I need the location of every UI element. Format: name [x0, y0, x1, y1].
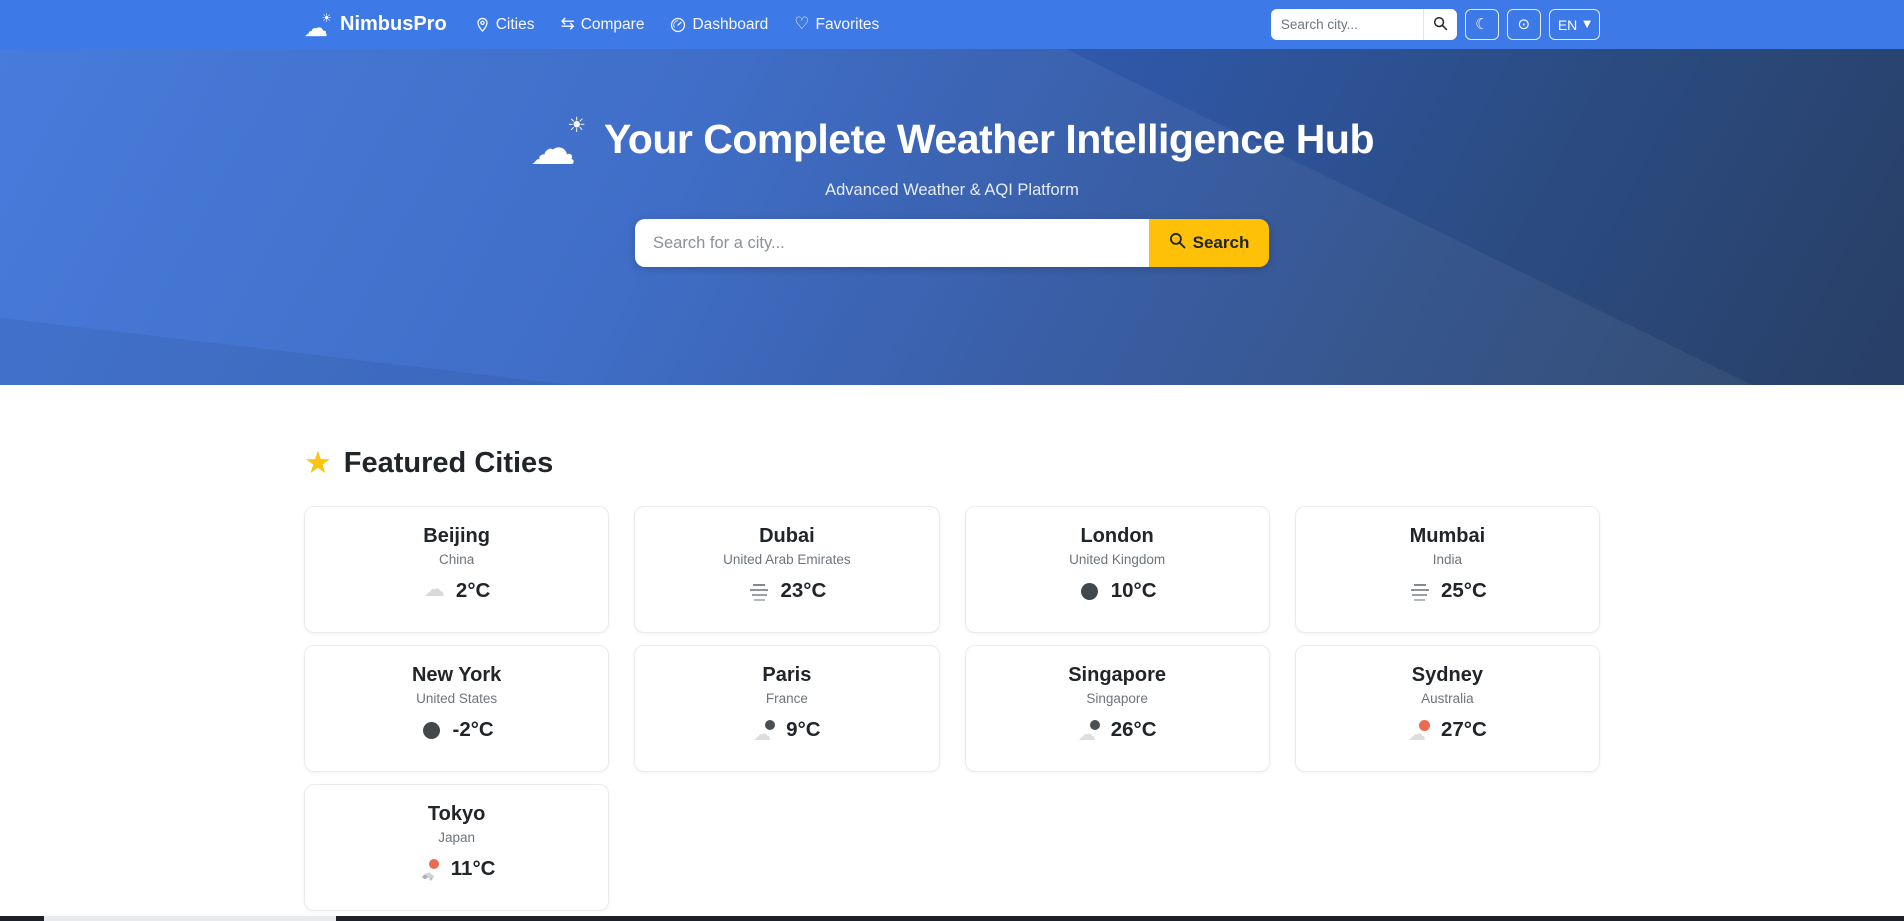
- heart-icon: ♡: [794, 14, 810, 34]
- dashboard-gauge-icon: [670, 17, 686, 33]
- hero-title: Your Complete Weather Intelligence Hub: [604, 115, 1375, 162]
- navbar: NimbusPro Cities ⇆ Compare: [0, 0, 1904, 49]
- hero-search-button[interactable]: Search: [1149, 219, 1269, 267]
- cloud-sun-dots-weather-icon: [418, 857, 442, 882]
- cloud-sun-weather-icon: [1408, 718, 1432, 745]
- city-country: Australia: [1421, 691, 1474, 706]
- geolocate-button[interactable]: ⊙: [1506, 9, 1541, 40]
- nav-item-cities[interactable]: Cities: [475, 15, 535, 34]
- featured-cities-heading: ★ Featured Cities: [304, 447, 1600, 480]
- search-icon: [1169, 232, 1186, 254]
- nav-item-label: Favorites: [815, 15, 880, 33]
- hero-cloud-sun-icon: [530, 113, 588, 175]
- city-name: Mumbai: [1409, 525, 1486, 547]
- featured-cities-title: Featured Cities: [343, 447, 554, 479]
- city-country: Japan: [438, 830, 476, 845]
- city-card[interactable]: Sydney Australia 27°C: [1294, 645, 1600, 772]
- city-name: Beijing: [423, 525, 490, 547]
- pin-icon: [475, 17, 490, 33]
- featured-cities-grid: Beijing China 2°C Dubai United Arab Emir…: [304, 506, 1600, 911]
- city-country: United Kingdom: [1069, 552, 1166, 567]
- city-temperature: 9°C: [786, 718, 821, 741]
- city-name: Singapore: [1068, 664, 1167, 686]
- cloud-weather-icon: [423, 577, 447, 603]
- nav-item-dashboard[interactable]: Dashboard: [670, 16, 768, 34]
- city-temperature: -2°C: [452, 718, 494, 741]
- moon-weather-icon: [1078, 579, 1102, 603]
- nav-item-compare[interactable]: ⇆ Compare: [560, 16, 644, 34]
- city-temperature: 26°C: [1110, 718, 1157, 741]
- fog-weather-icon: [747, 579, 772, 603]
- city-card[interactable]: Paris France 9°C: [634, 645, 940, 772]
- theme-toggle-button[interactable]: ☾: [1464, 9, 1499, 40]
- city-country: China: [438, 552, 475, 567]
- city-country: Singapore: [1086, 691, 1148, 706]
- nav-links: Cities ⇆ Compare Dashboard ♡ Favorites: [475, 15, 879, 34]
- hero-search-input[interactable]: [635, 219, 1149, 267]
- cloud-moon-weather-icon: [1078, 718, 1102, 745]
- city-card[interactable]: London United Kingdom 10°C: [964, 506, 1270, 633]
- city-temperature: 23°C: [780, 579, 827, 602]
- city-temperature: 11°C: [450, 857, 496, 880]
- navbar-search-input[interactable]: [1270, 9, 1423, 40]
- city-temperature: 25°C: [1440, 579, 1487, 602]
- city-card[interactable]: Mumbai India 25°C: [1294, 506, 1600, 633]
- nav-item-favorites[interactable]: ♡ Favorites: [794, 16, 879, 34]
- nav-item-label: Dashboard: [692, 15, 769, 33]
- city-card[interactable]: Beijing China 2°C: [304, 506, 610, 633]
- language-dropdown[interactable]: EN ▼: [1548, 9, 1600, 40]
- moon-weather-icon: [420, 718, 444, 742]
- city-card[interactable]: Dubai United Arab Emirates 23°C: [634, 506, 940, 633]
- city-country: France: [765, 691, 808, 706]
- cloud-sun-logo-icon: [304, 11, 332, 42]
- moon-stars-icon: ☾: [1475, 15, 1489, 33]
- city-name: New York: [411, 664, 502, 686]
- city-card[interactable]: Singapore Singapore 26°C: [964, 645, 1270, 772]
- nav-item-label: Cities: [495, 15, 535, 33]
- city-country: India: [1432, 552, 1463, 567]
- fog-weather-icon: [1407, 579, 1432, 603]
- brand-logo[interactable]: NimbusPro: [304, 11, 447, 42]
- city-card[interactable]: New York United States -2°C: [304, 645, 610, 772]
- navbar-search-group: [1270, 9, 1457, 40]
- city-name: Paris: [762, 664, 812, 686]
- city-temperature: 10°C: [1110, 579, 1157, 602]
- city-name: London: [1080, 525, 1154, 547]
- hero-subtitle: Advanced Weather & AQI Platform: [825, 181, 1079, 199]
- chevron-down-icon: ▼: [1583, 19, 1591, 30]
- horizontal-scrollbar-thumb[interactable]: [44, 916, 336, 921]
- city-temperature: 2°C: [455, 579, 491, 602]
- star-icon: ★: [304, 445, 332, 481]
- navbar-search-button[interactable]: [1422, 9, 1457, 40]
- city-name: Tokyo: [427, 803, 486, 825]
- nav-item-label: Compare: [580, 15, 645, 33]
- language-label: EN: [1557, 16, 1578, 33]
- compare-arrows-icon: ⇆: [560, 14, 575, 34]
- page-bottom-strip: [0, 916, 1904, 921]
- cloud-moon-weather-icon: [753, 718, 777, 745]
- brand-name: NimbusPro: [340, 13, 447, 35]
- city-name: Dubai: [759, 525, 815, 547]
- city-country: United Arab Emirates: [723, 552, 851, 567]
- hero-search-button-label: Search: [1192, 233, 1250, 252]
- hero-section: Your Complete Weather Intelligence Hub A…: [0, 49, 1904, 385]
- city-name: Sydney: [1411, 664, 1483, 686]
- target-icon: ⊙: [1517, 15, 1531, 33]
- city-temperature: 27°C: [1440, 718, 1487, 741]
- main-content: ★ Featured Cities Beijing China 2°C Duba…: [292, 447, 1612, 911]
- city-country: United States: [416, 691, 498, 706]
- city-card[interactable]: Tokyo Japan 11°C: [304, 784, 610, 911]
- hero-search-group: Search: [635, 219, 1269, 267]
- search-icon: [1433, 16, 1448, 34]
